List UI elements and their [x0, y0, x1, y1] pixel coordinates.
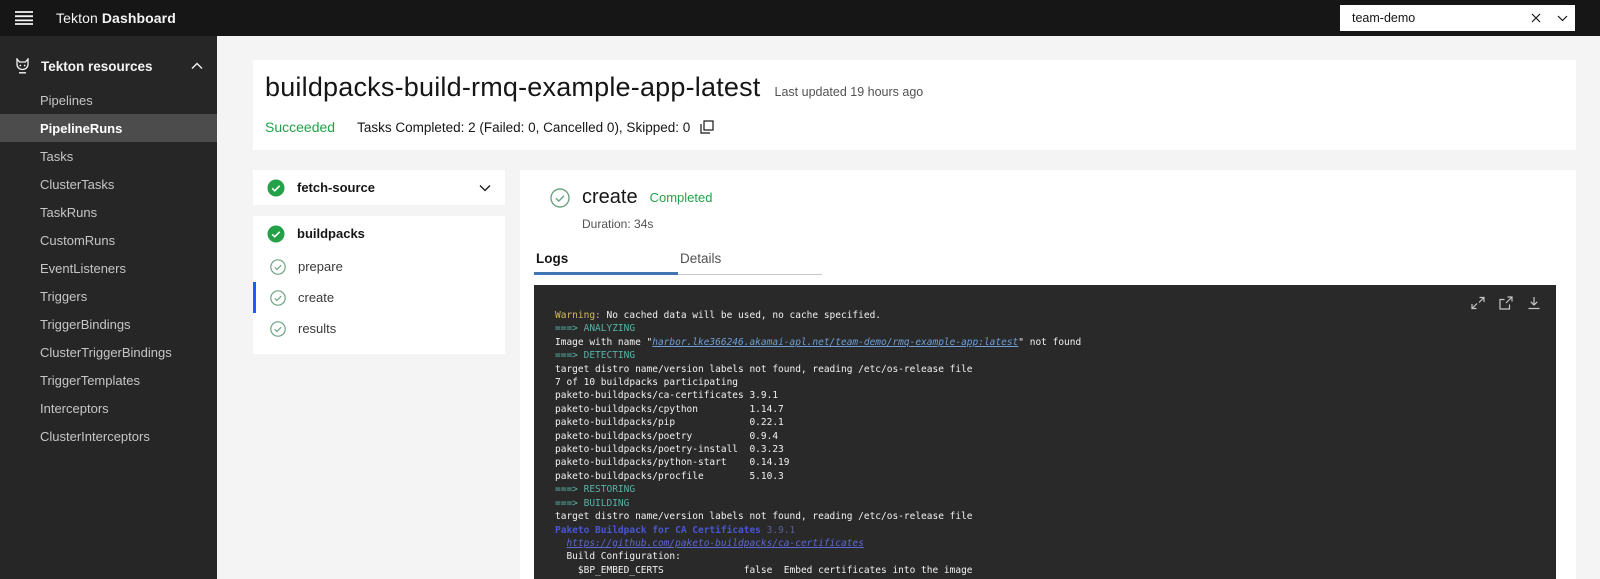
sidebar-item-clusterinterceptors[interactable]: ClusterInterceptors: [0, 422, 217, 450]
log-line: paketo-buildpacks/cpython 1.14.7: [555, 403, 1546, 416]
status-summary: Tasks Completed: 2 (Failed: 0, Cancelled…: [357, 120, 690, 135]
step-list: prepare create results: [253, 251, 505, 344]
step-detail-panel: create Completed Duration: 34s Logs Deta…: [520, 170, 1576, 579]
status-badge: Succeeded: [265, 119, 335, 135]
log-viewer: Warning: No cached data will be used, no…: [534, 285, 1556, 579]
task-card-buildpacks: buildpacks prepare create results: [253, 216, 505, 354]
step-prepare[interactable]: prepare: [253, 251, 505, 282]
log-line: target distro name/version labels not fo…: [555, 510, 1546, 523]
check-filled-icon: [267, 225, 285, 243]
check-outline-icon: [270, 290, 286, 306]
task-card-fetch-source: fetch-source: [253, 170, 505, 205]
log-line: paketo-buildpacks/poetry 0.9.4: [555, 430, 1546, 443]
step-label: results: [298, 321, 336, 336]
app-title[interactable]: Tekton Dashboard: [56, 10, 176, 26]
sidebar-item-pipelines[interactable]: Pipelines: [0, 86, 217, 114]
sidebar-item-pipelineruns[interactable]: PipelineRuns: [0, 114, 217, 142]
step-results[interactable]: results: [253, 313, 505, 344]
log-line: 7 of 10 buildpacks participating: [555, 376, 1546, 389]
sidebar-item-clustertasks[interactable]: ClusterTasks: [0, 170, 217, 198]
sidebar-section-tekton-resources[interactable]: Tekton resources: [0, 50, 217, 82]
log-link[interactable]: https://github.com/paketo-buildpacks/ca-…: [566, 538, 863, 549]
chevron-down-icon[interactable]: [1549, 5, 1575, 31]
sidebar-item-customruns[interactable]: CustomRuns: [0, 226, 217, 254]
main-content: buildpacks-build-rmq-example-app-latest …: [217, 36, 1600, 579]
sidebar-items: PipelinesPipelineRunsTasksClusterTasksTa…: [0, 86, 217, 450]
last-updated-label: Last updated 19 hours ago: [775, 85, 924, 99]
step-label: prepare: [298, 259, 343, 274]
step-status-badge: Completed: [650, 190, 713, 205]
app-title-bold: Dashboard: [102, 10, 176, 26]
log-line: Build Configuration:: [555, 550, 1546, 563]
log-link[interactable]: harbor.lke366246.akamai-apl.net/team-dem…: [652, 337, 1018, 348]
sidebar-item-clustertriggerbindings[interactable]: ClusterTriggerBindings: [0, 338, 217, 366]
sidebar-item-triggerbindings[interactable]: TriggerBindings: [0, 310, 217, 338]
step-duration: Duration: 34s: [582, 217, 1576, 231]
task-name: fetch-source: [297, 180, 479, 195]
task-buildpacks[interactable]: buildpacks: [253, 216, 505, 251]
tab-details[interactable]: Details: [678, 245, 822, 275]
sidebar-item-taskruns[interactable]: TaskRuns: [0, 198, 217, 226]
log-output[interactable]: Warning: No cached data will be used, no…: [555, 309, 1546, 577]
log-line: paketo-buildpacks/ca-certificates 3.9.1: [555, 389, 1546, 402]
log-line: $BP_EMBED_CERTS false Embed certificates…: [555, 564, 1546, 577]
app-title-prefix: Tekton: [56, 10, 102, 26]
sidebar-section-label: Tekton resources: [41, 59, 191, 74]
log-line: ===> ANALYZING: [555, 322, 1546, 335]
namespace-selector-value: team-demo: [1352, 11, 1523, 25]
clear-namespace-icon[interactable]: [1523, 5, 1549, 31]
app-header: Tekton Dashboard team-demo: [0, 0, 1600, 36]
pipelinerun-header: buildpacks-build-rmq-example-app-latest …: [253, 60, 1576, 150]
log-line: ===> BUILDING: [555, 497, 1546, 510]
log-line: paketo-buildpacks/python-start 0.14.19: [555, 456, 1546, 469]
sidebar-item-interceptors[interactable]: Interceptors: [0, 394, 217, 422]
chevron-down-icon[interactable]: [479, 184, 491, 192]
log-line: paketo-buildpacks/pip 0.22.1: [555, 416, 1546, 429]
log-line: Warning: No cached data will be used, no…: [555, 309, 1546, 322]
step-create[interactable]: create: [253, 282, 505, 313]
tekton-icon: [14, 58, 31, 75]
check-outline-icon: [270, 259, 286, 275]
check-outline-icon: [550, 188, 570, 208]
sidebar-item-eventlisteners[interactable]: EventListeners: [0, 254, 217, 282]
namespace-selector[interactable]: team-demo: [1340, 5, 1575, 31]
log-line: Paketo Buildpack for CA Certificates 3.9…: [555, 524, 1546, 537]
task-fetch-source[interactable]: fetch-source: [253, 170, 505, 205]
step-label: create: [298, 290, 334, 305]
task-list: fetch-source buildpacks prepare create res…: [253, 170, 505, 354]
step-title: create: [582, 186, 638, 209]
log-line: ===> DETECTING: [555, 349, 1546, 362]
log-line: paketo-buildpacks/poetry-install 0.3.23: [555, 443, 1546, 456]
check-outline-icon: [270, 321, 286, 337]
log-line: ===> RESTORING: [555, 483, 1546, 496]
log-line: Image with name "harbor.lke366246.akamai…: [555, 336, 1546, 349]
task-name: buildpacks: [297, 226, 491, 241]
step-tabs: Logs Details: [534, 245, 1576, 275]
pipelinerun-title: buildpacks-build-rmq-example-app-latest: [265, 72, 761, 103]
log-line: https://github.com/paketo-buildpacks/ca-…: [555, 537, 1546, 550]
menu-icon[interactable]: [0, 0, 48, 36]
tab-logs[interactable]: Logs: [534, 245, 678, 275]
sidebar-item-triggers[interactable]: Triggers: [0, 282, 217, 310]
log-line: paketo-buildpacks/procfile 5.10.3: [555, 470, 1546, 483]
sidebar: Tekton resources PipelinesPipelineRunsTa…: [0, 36, 217, 579]
check-filled-icon: [267, 179, 285, 197]
chevron-up-icon: [191, 62, 203, 70]
sidebar-item-tasks[interactable]: Tasks: [0, 142, 217, 170]
copy-icon[interactable]: [700, 120, 714, 134]
sidebar-item-triggertemplates[interactable]: TriggerTemplates: [0, 366, 217, 394]
log-line: target distro name/version labels not fo…: [555, 363, 1546, 376]
